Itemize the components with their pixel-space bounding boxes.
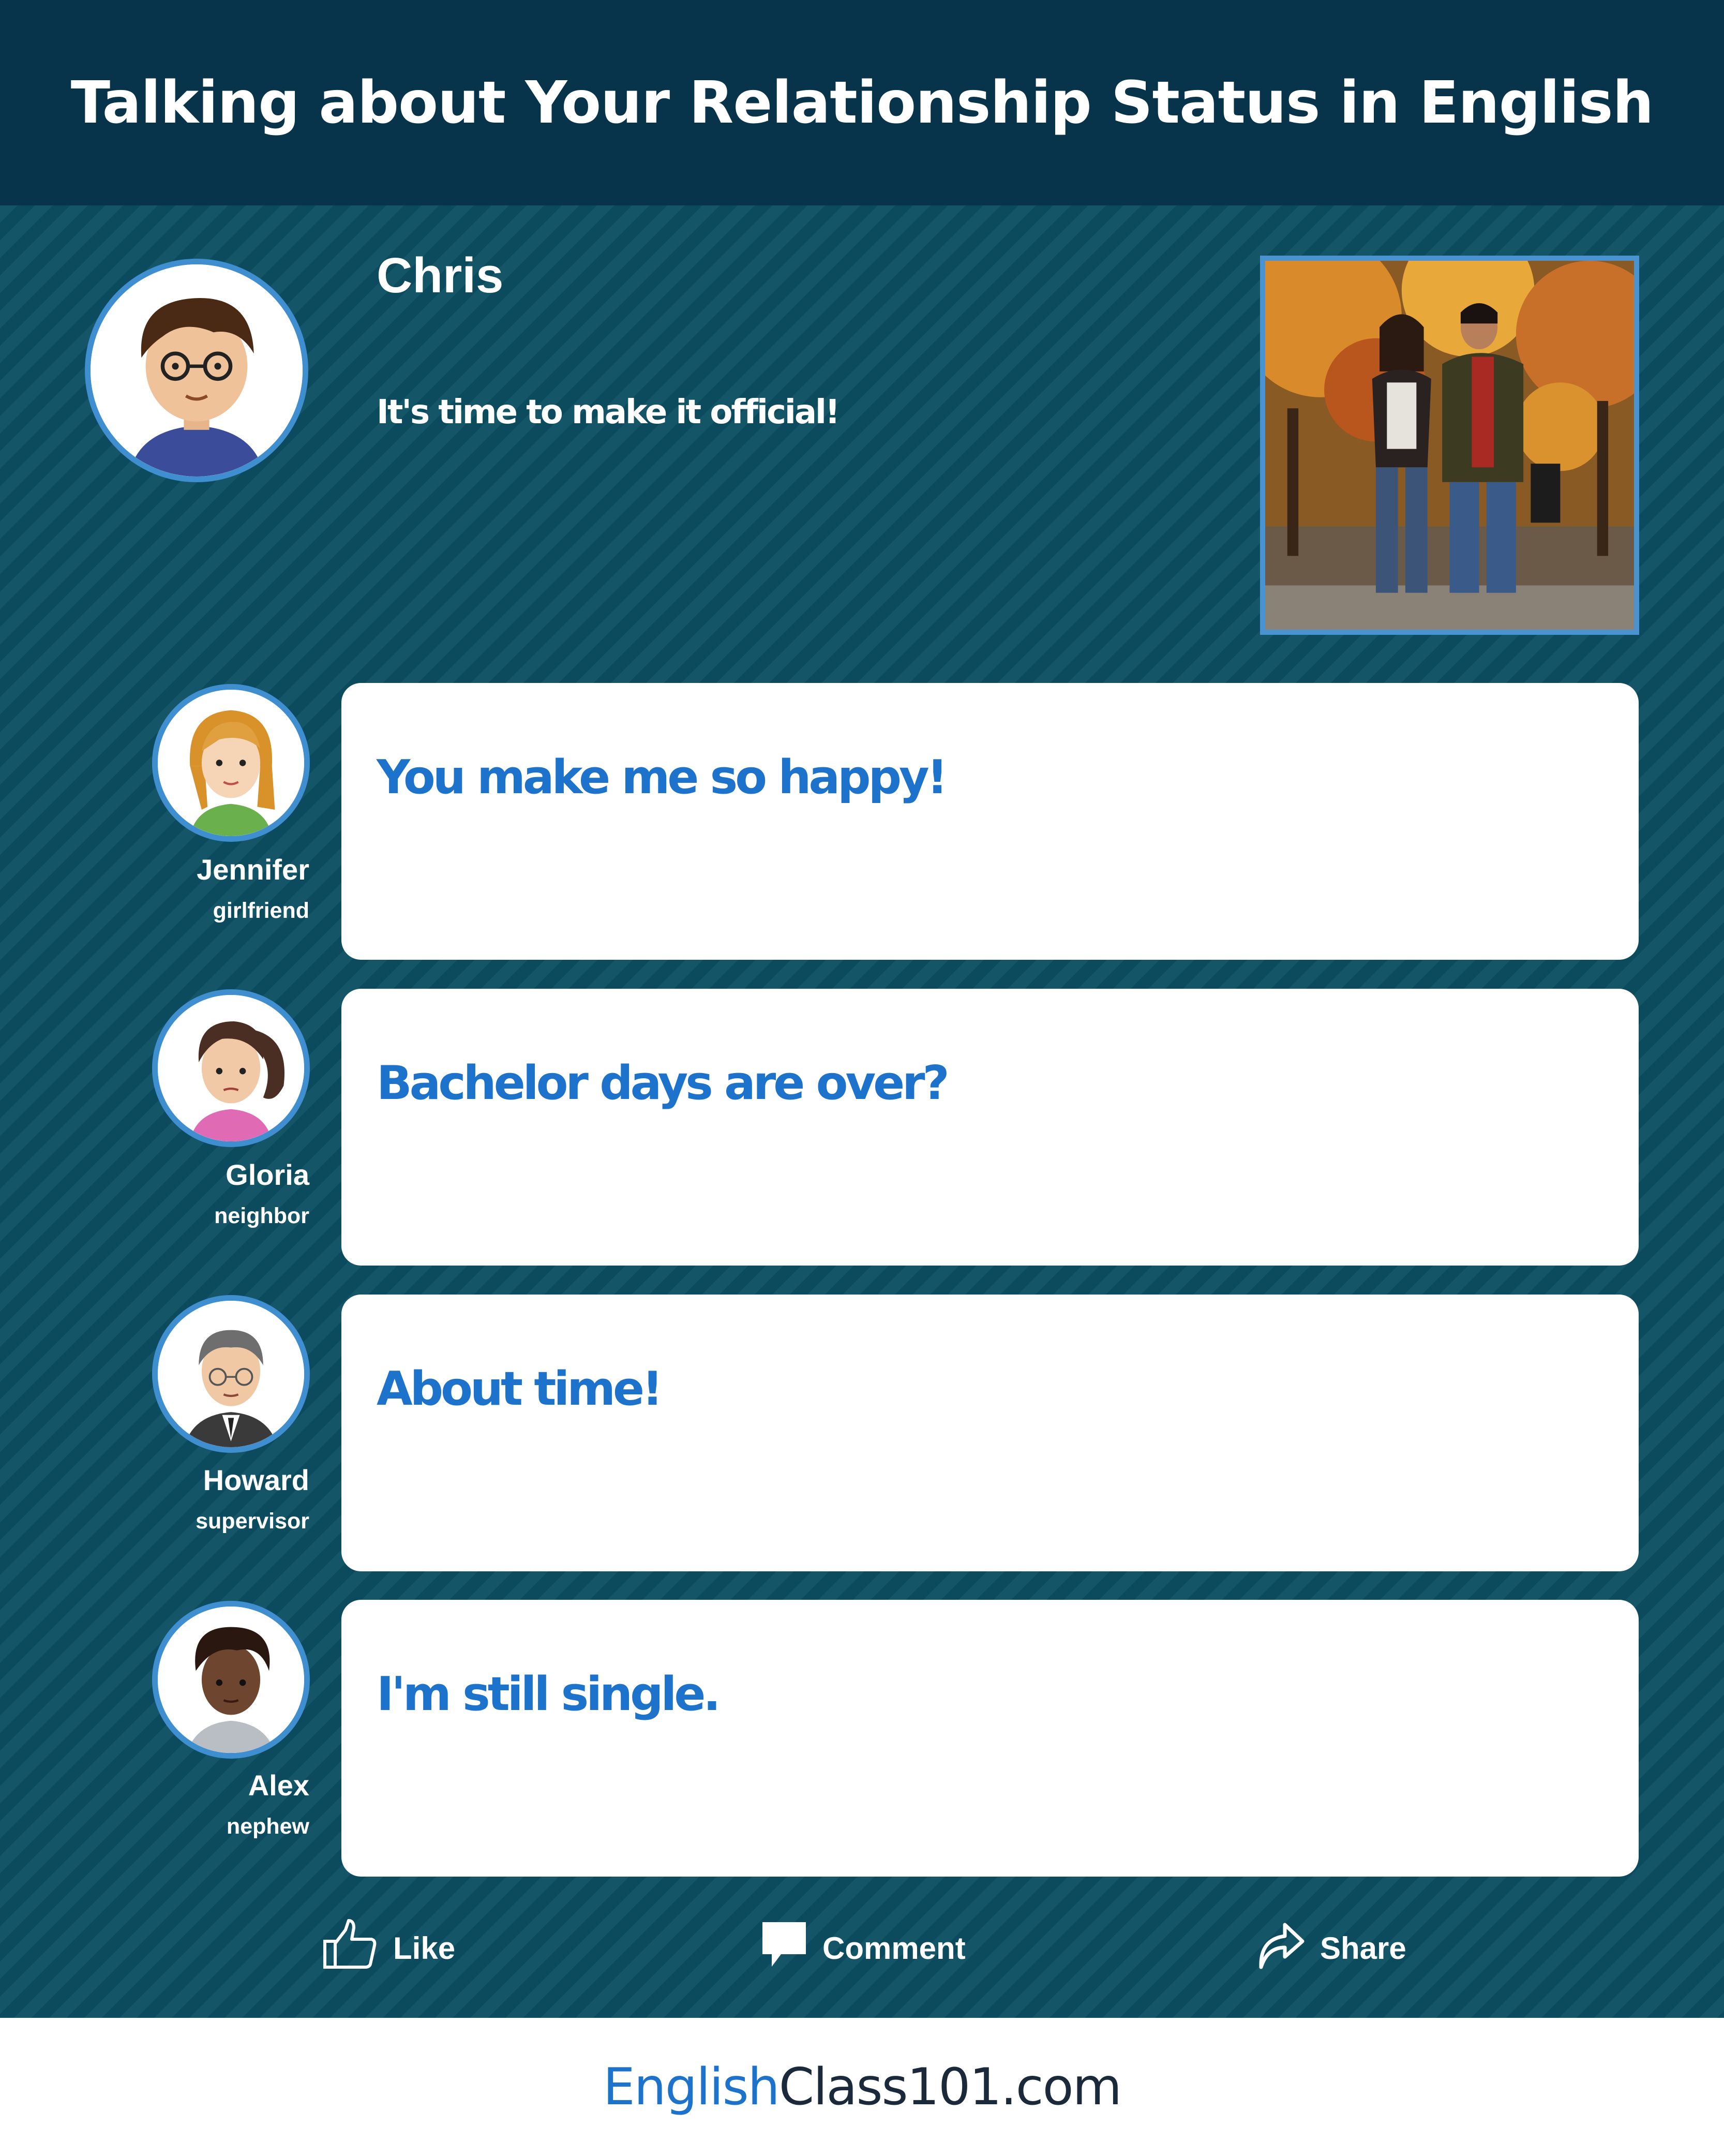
commenter-name[interactable]: Gloria [226, 1158, 309, 1192]
alex-avatar-illustration [158, 1607, 304, 1753]
commenter-role: neighbor [214, 1203, 309, 1228]
howard-avatar-illustration [158, 1301, 304, 1447]
commenter-name[interactable]: Jennifer [197, 853, 309, 886]
avatar-howard[interactable] [152, 1295, 310, 1453]
comment-text: Bachelor days are over? [377, 1056, 950, 1110]
commenter-name[interactable]: Howard [203, 1463, 309, 1497]
like-label: Like [393, 1930, 456, 1966]
commenter-role: supervisor [196, 1509, 309, 1534]
avatar-chris[interactable] [85, 259, 308, 482]
comment-card: Bachelor days are over? [341, 989, 1639, 1266]
header-bar: Talking about Your Relationship Status i… [0, 0, 1724, 205]
comment-text: About time! [377, 1362, 663, 1416]
jennifer-avatar-illustration [158, 690, 304, 836]
commenter-name[interactable]: Alex [248, 1768, 309, 1802]
footer: EnglishClass101.com [0, 2018, 1724, 2156]
comment-card: You make me so happy! [341, 683, 1639, 960]
brand-part-english: English [603, 2057, 780, 2117]
chris-avatar-illustration [91, 264, 303, 477]
comment-button[interactable]: Comment [760, 1909, 966, 1987]
page-title: Talking about Your Relationship Status i… [70, 69, 1654, 137]
share-button[interactable]: Share [1256, 1909, 1406, 1987]
like-button[interactable]: Like [322, 1909, 455, 1987]
comment-text: You make me so happy! [377, 750, 948, 805]
commenter-role: girlfriend [213, 898, 309, 923]
avatar-alex[interactable] [152, 1601, 310, 1759]
comment-text: I'm still single. [377, 1667, 721, 1721]
thumbs-up-icon [322, 1919, 379, 1977]
status-text: It's time to make it official! [377, 393, 840, 432]
comment-label: Comment [822, 1930, 966, 1966]
page: Talking about Your Relationship Status i… [0, 0, 1724, 2156]
gloria-avatar-illustration [158, 995, 304, 1141]
share-label: Share [1320, 1930, 1406, 1966]
comment-card: About time! [341, 1295, 1639, 1571]
brand-part-domain: Class101.com [778, 2057, 1122, 2117]
post-photo[interactable] [1260, 256, 1639, 635]
brand-logo[interactable]: EnglishClass101.com [603, 2057, 1122, 2117]
couple-walking-autumn-photo [1265, 261, 1634, 630]
poster-name[interactable]: Chris [377, 247, 503, 304]
share-arrow-icon [1256, 1919, 1306, 1977]
avatar-gloria[interactable] [152, 989, 310, 1147]
speech-bubble-icon [760, 1920, 808, 1976]
commenter-role: nephew [226, 1814, 309, 1839]
avatar-jennifer[interactable] [152, 684, 310, 842]
comment-card: I'm still single. [341, 1600, 1639, 1877]
